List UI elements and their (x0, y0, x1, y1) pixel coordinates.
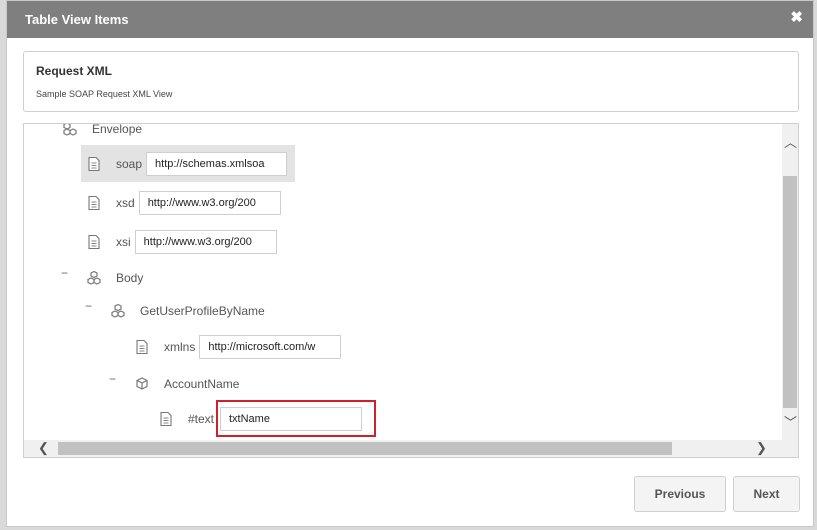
next-button[interactable]: Next (733, 476, 800, 512)
xml-tree-view: Envelope soap xsd (23, 123, 799, 458)
xsd-value-input[interactable] (138, 191, 281, 215)
text-value-input[interactable] (220, 407, 362, 431)
soap-value-input[interactable] (146, 152, 288, 176)
document-icon (86, 234, 102, 250)
tree-node-xsd[interactable]: xsd (86, 190, 281, 216)
tree-node-body[interactable]: Body (86, 265, 143, 291)
tree-node-xmlns[interactable]: xmlns (134, 334, 342, 360)
horizontal-scrollbar[interactable]: ❮ ❯ (24, 440, 798, 457)
tree-node-label: AccountName (164, 377, 240, 391)
tree-node-label: Envelope (92, 124, 143, 136)
scroll-left-icon[interactable]: ❮ (38, 440, 49, 456)
tree-node-envelope[interactable]: Envelope (62, 124, 142, 142)
scroll-down-icon[interactable]: ﹀ (784, 412, 797, 431)
previous-button[interactable]: Previous (634, 476, 726, 512)
tree-node-xsi[interactable]: xsi (86, 229, 277, 255)
tree-node-getuserprofilebyname[interactable]: GetUserProfileByName (110, 298, 265, 324)
collapse-toggle-body[interactable]: − (61, 267, 68, 279)
attr-label: xsd (116, 196, 135, 210)
request-xml-panel: Request XML Sample SOAP Request XML View (23, 51, 799, 112)
collapse-toggle-getuser[interactable]: − (85, 300, 92, 312)
horizontal-scroll-thumb[interactable] (58, 442, 672, 455)
tree-node-accountname[interactable]: AccountName (134, 371, 239, 397)
table-view-dialog: Table View Items ✖ Request XML Sample SO… (6, 0, 814, 527)
document-icon (86, 195, 102, 211)
tree-node-label: Body (116, 271, 144, 285)
cube-icon (134, 376, 150, 392)
tree-node-label: GetUserProfileByName (140, 304, 265, 318)
xsi-value-input[interactable] (134, 230, 277, 254)
scroll-right-icon[interactable]: ❯ (756, 440, 767, 456)
vertical-scroll-thumb[interactable] (783, 176, 797, 408)
panel-title: Request XML (36, 64, 113, 78)
attr-label: xmlns (164, 340, 196, 354)
cubes-icon (110, 303, 126, 319)
document-icon (86, 156, 102, 172)
vertical-scrollbar[interactable]: ︿ ﹀ (782, 124, 798, 440)
tree-scroll-area: Envelope soap xsd (24, 124, 782, 440)
attr-label: #text (188, 412, 215, 426)
document-icon (134, 339, 150, 355)
attr-label: soap (116, 157, 143, 171)
cubes-icon (62, 124, 78, 137)
cubes-icon (86, 270, 102, 286)
tree-node-soap[interactable]: soap (86, 151, 288, 177)
dialog-title: Table View Items (25, 12, 129, 27)
xmlns-value-input[interactable] (199, 335, 342, 359)
panel-subtitle: Sample SOAP Request XML View (36, 89, 173, 99)
close-icon[interactable]: ✖ (790, 10, 803, 26)
tree-node-text[interactable]: #text (158, 406, 214, 432)
dialog-titlebar: Table View Items ✖ (7, 1, 813, 38)
collapse-toggle-accountname[interactable]: − (109, 373, 116, 385)
attr-label: xsi (116, 235, 131, 249)
scroll-up-icon[interactable]: ︿ (784, 132, 797, 151)
document-icon (158, 411, 174, 427)
